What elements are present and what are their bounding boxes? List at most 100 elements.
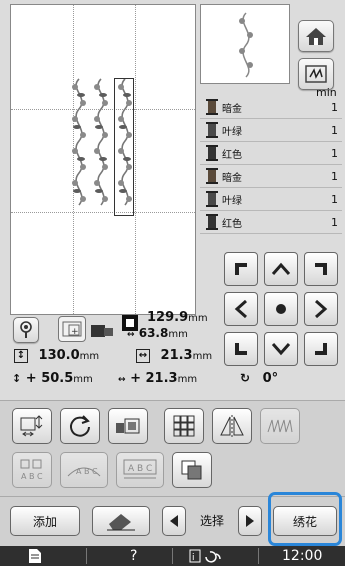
horizontal-offset-info: ↔ + 21.3mm (118, 371, 198, 386)
status-bar: ? i 12:00 (0, 546, 345, 566)
thread-row: 红色 1 (200, 142, 342, 165)
chevron-down-icon (271, 343, 291, 356)
density-button[interactable] (260, 408, 300, 444)
thread-row: 叶绿 1 (200, 188, 342, 211)
mirror-icon (220, 415, 244, 437)
frame-display-button[interactable]: + (58, 316, 86, 342)
move-up-button[interactable] (264, 252, 298, 286)
document-button[interactable] (28, 546, 42, 566)
thread-time: 1 (331, 192, 338, 206)
home-icon (306, 28, 326, 45)
character-spacing-button[interactable]: A B C (12, 452, 52, 488)
height-icon: ↕ (14, 348, 28, 363)
camera-icon (91, 325, 113, 337)
move-left-button[interactable] (224, 292, 258, 326)
svg-text:A B C: A B C (21, 472, 43, 481)
rotate-icon: ↻ (240, 371, 251, 385)
thread-name: 红色 (222, 149, 242, 161)
move-right-button[interactable] (304, 292, 338, 326)
thread-row: 红色 1 (200, 211, 342, 234)
move-up-right-button[interactable] (304, 252, 338, 286)
horizontal-offset-icon: ↔ (118, 375, 126, 385)
thumbnail-pattern-icon (239, 12, 253, 78)
magnifier-button[interactable] (13, 317, 39, 343)
width-icon: ↔ (136, 348, 150, 363)
svg-text:i: i (192, 553, 195, 563)
center-button[interactable] (264, 292, 298, 326)
resize-button[interactable] (12, 408, 52, 444)
frame-icon: + (62, 321, 82, 337)
thread-name: 叶绿 (222, 195, 242, 207)
select-next-button[interactable] (238, 506, 262, 536)
clock: 12:00 (282, 548, 323, 564)
document-icon (29, 549, 41, 563)
thread-name: 红色 (222, 218, 242, 230)
eraser-icon (107, 514, 135, 531)
triangle-right-icon (246, 515, 254, 527)
background-image-button[interactable] (90, 320, 114, 340)
thread-row: 暗金 1 (200, 165, 342, 188)
corner-down-right-icon (315, 343, 327, 355)
thread-row: 暗金 1 (200, 96, 342, 119)
magnifier-icon (20, 321, 32, 338)
svg-text:A B C: A B C (128, 464, 152, 474)
stitch-icon (305, 65, 327, 83)
duplicate-button[interactable] (172, 452, 212, 488)
move-up-left-button[interactable] (224, 252, 258, 286)
chevron-up-icon (271, 262, 291, 275)
move-down-button[interactable] (264, 332, 298, 366)
grid-array-icon (173, 415, 195, 437)
settings-icon: i (189, 549, 221, 563)
total-height-info: ↕ 130.0mm (14, 348, 99, 363)
thread-spool-icon (206, 99, 218, 115)
thread-spool-icon (206, 214, 218, 230)
svg-text:A B C: A B C (76, 467, 98, 476)
embroidery-preview[interactable] (10, 4, 196, 343)
layout-icon (116, 418, 140, 434)
help-button[interactable]: ? (130, 546, 137, 566)
move-pad (224, 252, 338, 366)
move-down-right-button[interactable] (304, 332, 338, 366)
thread-row: 叶绿 1 (200, 119, 342, 142)
rotation-info: ↻ 0° (240, 371, 279, 386)
duplicate-icon (181, 460, 202, 480)
svg-text:+: + (71, 327, 79, 337)
settings-button[interactable]: i (188, 546, 224, 566)
resize-icon (20, 415, 43, 437)
thread-spool-icon (206, 145, 218, 161)
move-down-left-button[interactable] (224, 332, 258, 366)
thread-time: 1 (331, 169, 338, 183)
delete-button[interactable] (92, 506, 150, 536)
rotate-button[interactable] (60, 408, 100, 444)
letter-spacing-icon: A B C (20, 459, 43, 481)
thread-color-list: 暗金 1 叶绿 1 红色 1 暗金 1 叶绿 1 红色 1 (200, 96, 342, 234)
embroider-button[interactable]: 绣花 (273, 506, 337, 536)
text-arc-icon: A B C (67, 467, 101, 477)
pattern-thumbnail (200, 4, 290, 84)
pattern-width: ↔ 63.8mm (127, 326, 188, 340)
vertical-offset-info: ↕ + 50.5mm (12, 371, 93, 386)
total-width-info: ↔ 21.3mm (136, 348, 212, 363)
corner-down-left-icon (235, 343, 247, 355)
stitch-density-icon (267, 419, 293, 433)
thread-spool-icon (206, 168, 218, 184)
thread-spool-icon (206, 122, 218, 138)
thread-name: 暗金 (222, 172, 242, 184)
select-label: 选择 (199, 514, 224, 528)
corner-up-right-icon (315, 263, 327, 275)
layout-button[interactable] (108, 408, 148, 444)
triangle-left-icon (170, 515, 178, 527)
text-width-button[interactable]: A B C (116, 452, 164, 488)
home-button[interactable] (298, 20, 334, 52)
text-width-icon: A B C (123, 459, 157, 479)
mirror-button[interactable] (212, 408, 252, 444)
array-button[interactable] (164, 408, 204, 444)
text-arc-button[interactable]: A B C (60, 452, 108, 488)
center-dot-icon (276, 304, 286, 314)
thread-name: 叶绿 (222, 126, 242, 138)
thread-spool-icon (206, 191, 218, 207)
select-previous-button[interactable] (162, 506, 186, 536)
selection-frame (114, 78, 134, 216)
add-button[interactable]: 添加 (10, 506, 80, 536)
corner-up-left-icon (235, 263, 247, 275)
